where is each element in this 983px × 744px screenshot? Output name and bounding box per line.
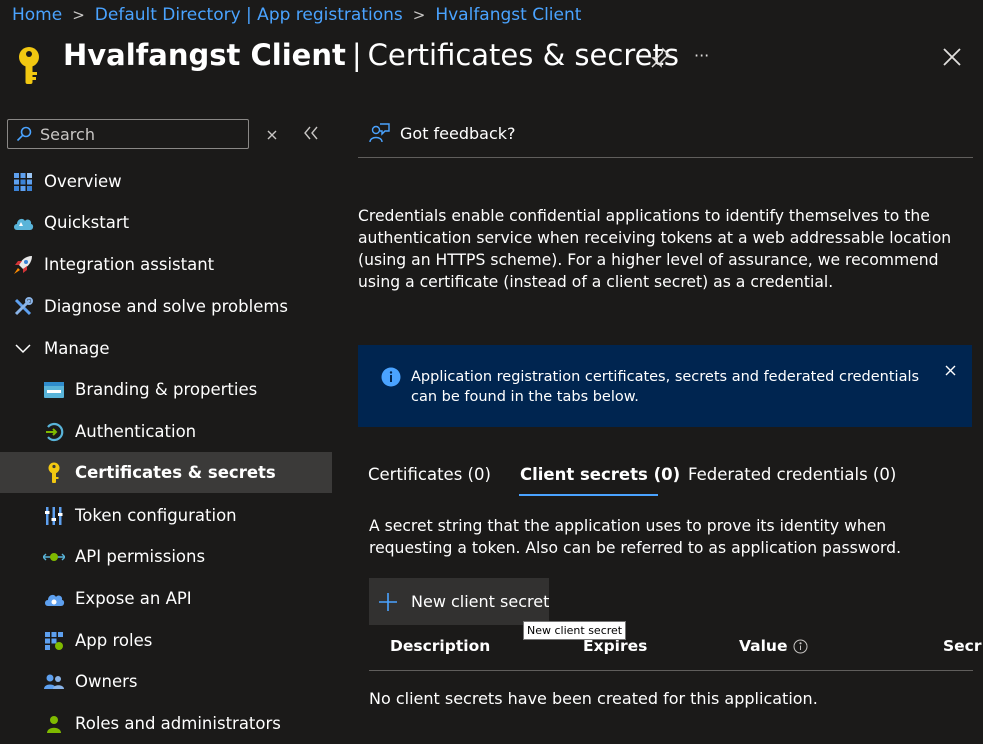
more-options-button[interactable]: ··· (694, 46, 709, 65)
sidebar-item-api-permissions[interactable]: API permissions (0, 536, 332, 577)
close-icon[interactable] (942, 47, 962, 71)
info-icon (381, 367, 401, 391)
wrench-icon (11, 295, 35, 319)
sidebar-item-label: Token configuration (75, 506, 237, 525)
sidebar-item-quickstart[interactable]: Quickstart (0, 202, 332, 243)
feedback-label: Got feedback? (400, 123, 516, 143)
sidebar-item-label: Integration assistant (44, 255, 215, 274)
search-icon (16, 126, 32, 142)
api-permissions-icon (42, 545, 66, 569)
token-icon (42, 504, 66, 528)
sidebar-item-label: Owners (75, 672, 138, 691)
search-box (7, 119, 249, 149)
owners-icon (42, 670, 66, 694)
page-title: Hvalfangst Client | Certificates & secrets (63, 38, 679, 72)
overview-icon (11, 170, 35, 194)
sidebar-group-manage[interactable]: Manage (0, 328, 332, 369)
sidebar-item-diagnose[interactable]: Diagnose and solve problems (0, 286, 332, 327)
title-separator: | (351, 38, 362, 72)
key-icon (16, 46, 42, 90)
sidebar-item-certificates-secrets[interactable]: Certificates & secrets (0, 452, 332, 493)
app-roles-icon (42, 629, 66, 653)
toolbar-divider (358, 157, 973, 158)
sidebar-item-label: API permissions (75, 547, 206, 566)
column-header-value-label: Value (739, 637, 788, 655)
sidebar-item-branding[interactable]: Branding & properties (0, 369, 332, 410)
tab-client-secrets[interactable]: Client secrets (0) (520, 465, 680, 484)
column-header-secret-id[interactable]: Secr (943, 637, 983, 655)
app-name: Hvalfangst Client (63, 38, 346, 72)
sidebar-item-expose-api[interactable]: Expose an API (0, 578, 332, 619)
sidebar-item-label: Manage (44, 339, 110, 358)
sidebar-item-label: Diagnose and solve problems (44, 297, 289, 316)
breadcrumb-home[interactable]: Home (12, 5, 62, 25)
feedback-icon (368, 122, 390, 144)
cloud-icon (11, 211, 35, 235)
breadcrumb-app-registrations[interactable]: Default Directory | App registrations (95, 5, 403, 25)
sidebar-item-label: Quickstart (44, 213, 130, 232)
rocket-icon (11, 253, 35, 277)
pin-icon[interactable] (650, 47, 672, 73)
breadcrumb: Home > Default Directory | App registrat… (12, 5, 581, 25)
collapse-sidebar-icon[interactable] (303, 125, 319, 144)
info-circle-icon[interactable] (793, 639, 808, 654)
column-header-value[interactable]: Value (739, 637, 808, 655)
client-secrets-description: A secret string that the application use… (369, 517, 902, 557)
sidebar-item-integration-assistant[interactable]: Integration assistant (0, 244, 332, 285)
sidebar-item-label: Certificates & secrets (75, 463, 276, 482)
sidebar-item-app-roles[interactable]: App roles (0, 620, 332, 661)
sidebar-item-label: App roles (75, 631, 153, 650)
new-client-secret-tooltip: New client secret (523, 621, 627, 640)
breadcrumb-separator: > (72, 6, 85, 24)
chevron-down-icon (11, 337, 35, 361)
tab-certificates[interactable]: Certificates (0) (368, 465, 491, 484)
dismiss-banner-icon[interactable] (945, 361, 956, 380)
selected-tab-indicator (519, 494, 658, 496)
clear-search-icon[interactable] (266, 126, 278, 145)
info-banner: Application registration certificates, s… (358, 345, 972, 427)
branding-icon (42, 378, 66, 402)
plus-icon (378, 592, 398, 612)
sidebar-item-label: Authentication (75, 422, 197, 441)
sidebar-item-overview[interactable]: Overview (0, 161, 332, 202)
column-header-description[interactable]: Description (390, 637, 490, 655)
new-client-secret-button[interactable]: New client secret (369, 578, 549, 625)
sidebar-item-label: Branding & properties (75, 380, 258, 399)
key-icon (42, 461, 66, 485)
sidebar-item-label: Expose an API (75, 589, 192, 608)
tab-federated-credentials[interactable]: Federated credentials (0) (688, 465, 896, 484)
table-header-divider (369, 670, 973, 671)
new-client-secret-label: New client secret (411, 592, 550, 611)
breadcrumb-app[interactable]: Hvalfangst Client (435, 5, 581, 25)
sidebar-item-owners[interactable]: Owners (0, 661, 332, 702)
search-input[interactable] (38, 123, 242, 145)
sidebar-item-token-configuration[interactable]: Token configuration (0, 495, 332, 536)
breadcrumb-separator: > (412, 6, 426, 24)
sidebar-item-authentication[interactable]: Authentication (0, 411, 332, 452)
empty-table-message: No client secrets have been created for … (369, 689, 818, 708)
credentials-description: Credentials enable confidential applicat… (358, 207, 952, 291)
info-banner-text: Application registration certificates, s… (411, 369, 920, 405)
cloud-api-icon (42, 587, 66, 611)
sidebar-item-label: Overview (44, 172, 122, 191)
authentication-icon (42, 420, 66, 444)
feedback-button[interactable]: Got feedback? (368, 122, 516, 144)
page-subtitle: Certificates & secrets (367, 38, 679, 72)
